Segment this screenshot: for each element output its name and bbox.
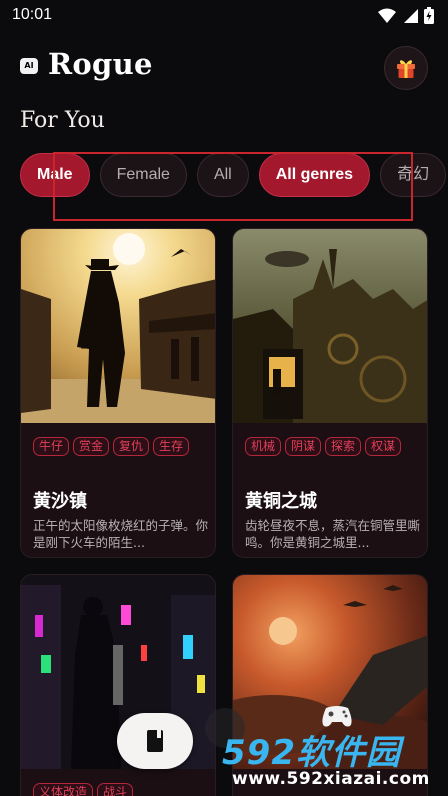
tag: 义体改造 [33, 783, 94, 796]
app-header: AI Rogue [20, 46, 428, 90]
filter-chips: Male Female All All genres 奇幻 [20, 153, 448, 197]
card-title: 黄沙镇 [33, 491, 87, 512]
chip-fantasy[interactable]: 奇幻 [380, 153, 447, 197]
chip-female[interactable]: Female [99, 153, 187, 197]
gift-button[interactable] [384, 46, 428, 90]
watermark-title: 592软件园 [222, 733, 401, 773]
chip-male[interactable]: Male [20, 153, 90, 197]
signal-icon [404, 8, 418, 23]
card-tags: 义体改造 战斗 [33, 781, 209, 796]
tag: 机械 [245, 437, 282, 456]
tag: 阴谋 [285, 437, 322, 456]
tag: 复仇 [113, 437, 150, 456]
status-icons [378, 7, 434, 24]
tag: 权谋 [365, 437, 402, 456]
book-icon [147, 730, 163, 752]
story-card[interactable]: 义体改造 战斗 [20, 574, 216, 796]
gift-icon [397, 60, 415, 78]
chip-all-genres[interactable]: All genres [258, 153, 371, 197]
card-description: 正午的太阳像枚烧红的子弹。你是刚下火车的陌生... [33, 518, 209, 550]
wifi-icon [378, 8, 396, 23]
tag: 战斗 [97, 783, 134, 796]
status-time: 10:01 [12, 6, 53, 23]
card-cover-image [233, 229, 427, 423]
tag: 探索 [325, 437, 362, 456]
story-card[interactable]: 牛仔 赏金 复仇 生存 黄沙镇 正午的太阳像枚烧红的子弹。你是刚下火车的陌生... [20, 228, 216, 558]
card-tags: 机械 阴谋 探索 权谋 [245, 435, 421, 462]
story-card[interactable]: 机械 阴谋 探索 权谋 黄铜之城 齿轮昼夜不息，蒸汽在铜管里嘶鸣。你是黄铜之城里... [232, 228, 428, 558]
tag: 生存 [153, 437, 190, 456]
tag: 牛仔 [33, 437, 70, 456]
card-cover-image [21, 229, 215, 423]
site-watermark: 592软件园 www.592xiazai.com [222, 725, 446, 795]
library-button[interactable] [117, 713, 193, 769]
app-logo: AI [20, 58, 38, 74]
watermark-url: www.592xiazai.com [232, 769, 430, 789]
card-description: 齿轮昼夜不息，蒸汽在铜管里嘶鸣。你是黄铜之城里... [245, 518, 421, 550]
status-bar: 10:01 [0, 0, 448, 32]
chip-all[interactable]: All [196, 153, 249, 197]
card-title: 黄铜之城 [245, 491, 317, 512]
app-title: Rogue [48, 47, 153, 81]
card-tags: 牛仔 赏金 复仇 生存 [33, 435, 209, 462]
tag: 赏金 [73, 437, 110, 456]
battery-icon [424, 7, 434, 24]
section-title: For You [20, 108, 105, 133]
